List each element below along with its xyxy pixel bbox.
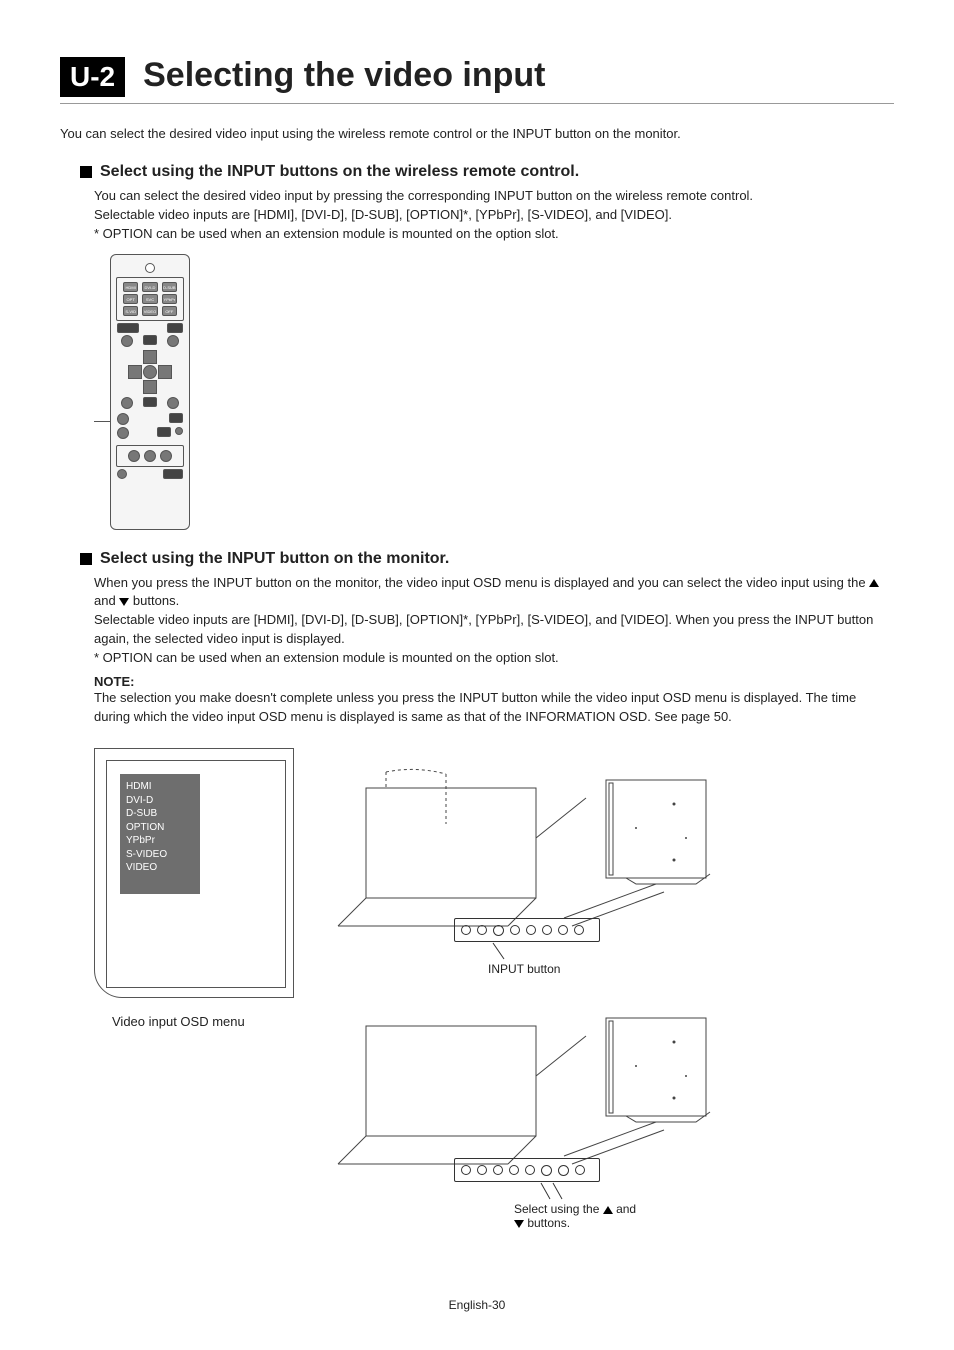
osd-item: S-VIDEO xyxy=(126,848,194,862)
page-title: Selecting the video input xyxy=(143,56,545,95)
panel2-a: Select using the xyxy=(514,1202,603,1216)
panel2-label: Select using the and buttons. xyxy=(514,1202,694,1230)
remote-round-btn xyxy=(117,413,129,425)
title-row: U-2 Selecting the video input xyxy=(60,56,894,104)
section2-p3: * OPTION can be used when an extension m… xyxy=(94,649,894,668)
pointer-line-1 xyxy=(490,941,510,961)
section1-heading: Select using the INPUT buttons on the wi… xyxy=(80,163,894,181)
panel1-label: INPUT button xyxy=(488,962,560,976)
monitor-diagram-2 xyxy=(326,1006,726,1176)
osd-item: DVI-D xyxy=(126,794,194,808)
square-bullet-icon xyxy=(80,553,92,565)
osd-item: OPTION xyxy=(126,821,194,835)
figure-area: HDMI DVI-D D-SUB OPTION YPbPr S-VIDEO VI… xyxy=(94,738,894,1278)
section1-p1: You can select the desired video input b… xyxy=(94,187,894,206)
pointer-line-2 xyxy=(538,1181,568,1201)
note-label: NOTE: xyxy=(94,674,894,689)
note-body: The selection you make doesn't complete … xyxy=(94,689,894,727)
page-number: English-30 xyxy=(60,1298,894,1312)
square-bullet-icon xyxy=(80,166,92,178)
section1-title: Select using the INPUT buttons on the wi… xyxy=(100,163,579,181)
button-panel-2 xyxy=(454,1158,600,1182)
panel2-b: and xyxy=(613,1202,636,1216)
osd-item: VIDEO xyxy=(126,861,194,875)
osd-menu-box: HDMI DVI-D D-SUB OPTION YPbPr S-VIDEO VI… xyxy=(120,774,200,894)
section2-p1c: buttons. xyxy=(129,593,179,608)
remote-illustration: HDMIDVI-DD-SUB OPTSVCYPbPr S-VIDVIDEOOFF xyxy=(94,254,894,530)
section1-p2: Selectable video inputs are [HDMI], [DVI… xyxy=(94,206,894,225)
osd-item: D-SUB xyxy=(126,807,194,821)
section1-p3: * OPTION can be used when an extension m… xyxy=(94,225,894,244)
down-triangle-icon xyxy=(119,598,129,606)
section-badge: U-2 xyxy=(60,57,125,97)
intro-text: You can select the desired video input u… xyxy=(60,126,894,141)
down-triangle-icon xyxy=(514,1220,524,1228)
section2-p1a: When you press the INPUT button on the m… xyxy=(94,575,869,590)
section2-title: Select using the INPUT button on the mon… xyxy=(100,550,449,568)
remote-led-icon xyxy=(145,263,155,273)
section2-p2: Selectable video inputs are [HDMI], [DVI… xyxy=(94,611,894,649)
section2-p1b: and xyxy=(94,593,119,608)
panel2-c: buttons. xyxy=(524,1216,570,1230)
osd-caption: Video input OSD menu xyxy=(112,1014,245,1029)
section2-heading: Select using the INPUT button on the mon… xyxy=(80,550,894,568)
up-triangle-icon xyxy=(603,1206,613,1214)
osd-item: HDMI xyxy=(126,780,194,794)
button-panel-1 xyxy=(454,918,600,942)
section2-p1: When you press the INPUT button on the m… xyxy=(94,574,894,612)
osd-item: YPbPr xyxy=(126,834,194,848)
up-triangle-icon xyxy=(869,579,879,587)
monitor-diagram-1 xyxy=(326,768,726,938)
